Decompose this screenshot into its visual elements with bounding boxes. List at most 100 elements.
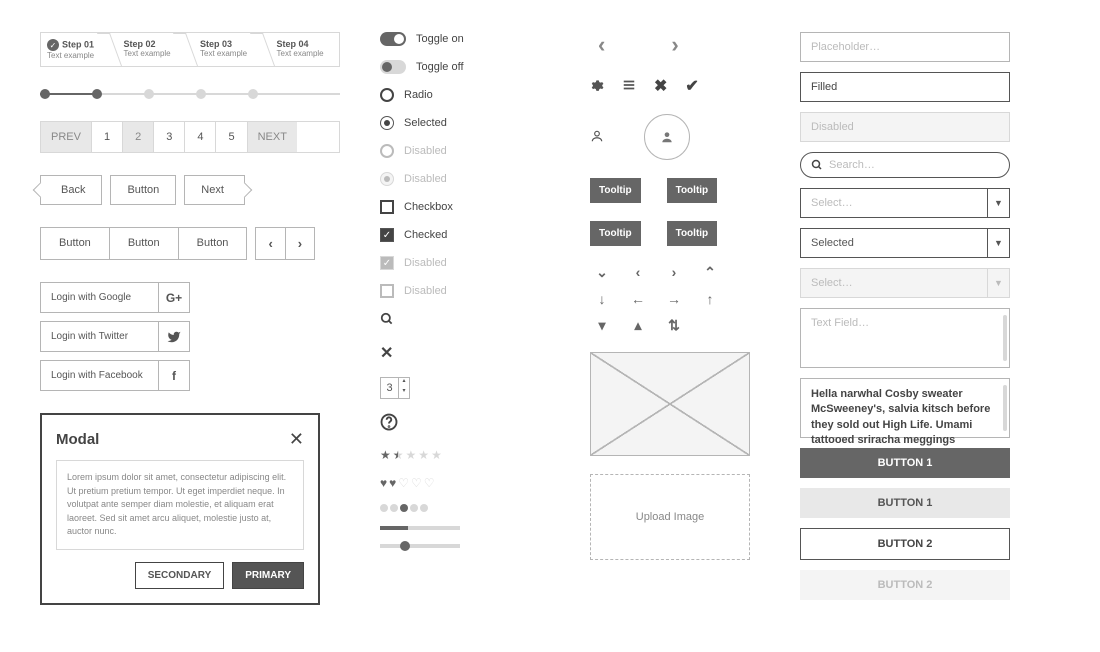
step-4[interactable]: Step 04Text example xyxy=(263,33,340,66)
group-button[interactable]: Button xyxy=(179,228,247,259)
caret-up-icon[interactable]: ▴ xyxy=(626,317,650,334)
checkbox-checked[interactable]: ✓Checked xyxy=(380,228,550,242)
chevron-down-icon[interactable]: ⌄ xyxy=(590,264,614,281)
heart-icon[interactable]: ♡ xyxy=(411,476,422,490)
search-icon[interactable] xyxy=(380,312,550,329)
textarea-value: Hella narwhal Cosby sweater McSweeney's,… xyxy=(811,388,990,446)
heart-icon[interactable]: ♡ xyxy=(424,476,435,490)
heart-icon[interactable]: ♡ xyxy=(398,476,409,490)
chevron-right-icon[interactable]: › xyxy=(663,32,686,58)
gear-icon[interactable] xyxy=(590,78,604,95)
primary-button[interactable]: PRIMARY xyxy=(232,562,304,589)
login-facebook-button[interactable]: Login with Facebookf xyxy=(40,360,190,391)
button-outline[interactable]: BUTTON 2 xyxy=(800,528,1010,560)
arrow-right-button[interactable]: › xyxy=(286,228,314,259)
star-icon[interactable]: ★ xyxy=(406,448,417,462)
dot[interactable] xyxy=(400,504,408,512)
scrollbar[interactable] xyxy=(1003,385,1007,431)
chevron-up-icon[interactable]: ⌃ xyxy=(698,264,722,281)
stepper-down-icon[interactable]: ▾ xyxy=(399,388,409,398)
radio-unselected[interactable]: Radio xyxy=(380,88,550,102)
step-1[interactable]: ✓Step 01Text example xyxy=(41,33,110,66)
arrow-down-icon[interactable]: ↓ xyxy=(590,291,614,307)
progress-dots[interactable] xyxy=(40,89,340,99)
login-twitter-button[interactable]: Login with Twitter xyxy=(40,321,190,352)
star-half-icon[interactable]: ★★ xyxy=(393,448,404,462)
dot-indicator[interactable] xyxy=(380,504,550,512)
chevron-left-icon[interactable]: ‹ xyxy=(626,264,650,281)
dot-3[interactable] xyxy=(144,89,154,99)
arrow-left-icon[interactable]: ← xyxy=(626,291,650,307)
textarea-filled[interactable]: Hella narwhal Cosby sweater McSweeney's,… xyxy=(800,378,1010,438)
arrow-right-icon[interactable]: → xyxy=(662,291,686,307)
pager-page[interactable]: 4 xyxy=(185,122,216,152)
chevron-left-icon[interactable]: ‹ xyxy=(590,32,613,58)
remove-icon[interactable]: ✖ xyxy=(654,76,667,96)
number-stepper[interactable]: 3▴▾ xyxy=(380,377,410,399)
check-icon[interactable]: ✔ xyxy=(685,76,698,96)
progress-bar xyxy=(380,526,460,530)
pager-page[interactable]: 5 xyxy=(216,122,247,152)
dot-1[interactable] xyxy=(40,89,50,99)
dot-2[interactable] xyxy=(92,89,102,99)
pager-prev[interactable]: PREV xyxy=(41,122,92,152)
step-3[interactable]: Step 03Text example xyxy=(186,33,263,66)
dot-4[interactable] xyxy=(196,89,206,99)
slider-handle[interactable] xyxy=(400,541,410,551)
heart-rating[interactable]: ♥♥♡♡♡ xyxy=(380,476,550,490)
pager-page[interactable]: 2 xyxy=(123,122,154,152)
next-button[interactable]: Next xyxy=(184,175,245,205)
help-icon[interactable] xyxy=(380,413,550,434)
caret-down-icon[interactable]: ▾ xyxy=(590,317,614,334)
toggle-label: Toggle on xyxy=(416,33,464,45)
radio-selected[interactable]: Selected xyxy=(380,116,550,130)
heart-icon[interactable]: ♥ xyxy=(389,476,396,490)
scrollbar[interactable] xyxy=(1003,315,1007,361)
user-outline-icon[interactable] xyxy=(590,129,604,146)
select-placeholder[interactable]: Select…▼ xyxy=(800,188,1010,218)
star-icon[interactable]: ★ xyxy=(418,448,429,462)
chevron-right-icon[interactable]: › xyxy=(662,264,686,281)
toggle-on[interactable]: Toggle on xyxy=(380,32,550,46)
pager-page[interactable]: 3 xyxy=(154,122,185,152)
checkbox-unchecked[interactable]: Checkbox xyxy=(380,200,550,214)
login-google-button[interactable]: Login with GoogleG+ xyxy=(40,282,190,313)
upload-dropzone[interactable]: Upload Image xyxy=(590,474,750,560)
group-button[interactable]: Button xyxy=(41,228,110,259)
star-icon[interactable]: ★ xyxy=(380,448,391,462)
heart-icon[interactable]: ♥ xyxy=(380,476,387,490)
generic-button[interactable]: Button xyxy=(110,175,176,205)
pager-next[interactable]: NEXT xyxy=(248,122,297,152)
textarea-empty[interactable]: Text Field… xyxy=(800,308,1010,368)
secondary-button[interactable]: SECONDARY xyxy=(135,562,225,589)
step-2[interactable]: Step 02Text example xyxy=(110,33,187,66)
twitter-icon xyxy=(159,322,189,351)
close-icon[interactable]: ✕ xyxy=(380,343,550,363)
close-icon[interactable]: ✕ xyxy=(289,429,304,450)
user-avatar[interactable] xyxy=(644,114,690,160)
search-input[interactable]: Search… xyxy=(800,152,1010,178)
menu-icon[interactable] xyxy=(622,78,636,95)
sort-icon[interactable]: ⇅ xyxy=(662,317,686,334)
star-icon[interactable]: ★ xyxy=(431,448,442,462)
text-input-filled[interactable]: Filled xyxy=(800,72,1010,102)
step-wizard[interactable]: ✓Step 01Text example Step 02Text example… xyxy=(40,32,340,67)
dot[interactable] xyxy=(390,504,398,512)
arrow-left-button[interactable]: ‹ xyxy=(256,228,285,259)
dot-5[interactable] xyxy=(248,89,258,99)
toggle-off[interactable]: Toggle off xyxy=(380,60,550,74)
back-button[interactable]: Back xyxy=(40,175,102,205)
select-selected[interactable]: Selected▼ xyxy=(800,228,1010,258)
dot[interactable] xyxy=(410,504,418,512)
stepper-up-icon[interactable]: ▴ xyxy=(399,378,409,388)
pager-page[interactable]: 1 xyxy=(92,122,123,152)
button-secondary[interactable]: BUTTON 1 xyxy=(800,488,1010,518)
group-button[interactable]: Button xyxy=(110,228,179,259)
slider[interactable] xyxy=(380,544,460,548)
star-rating[interactable]: ★★★★★★ xyxy=(380,448,550,462)
arrow-up-icon[interactable]: ↑ xyxy=(698,291,722,307)
button-primary[interactable]: BUTTON 1 xyxy=(800,448,1010,478)
text-input-placeholder[interactable]: Placeholder… xyxy=(800,32,1010,62)
dot[interactable] xyxy=(380,504,388,512)
dot[interactable] xyxy=(420,504,428,512)
